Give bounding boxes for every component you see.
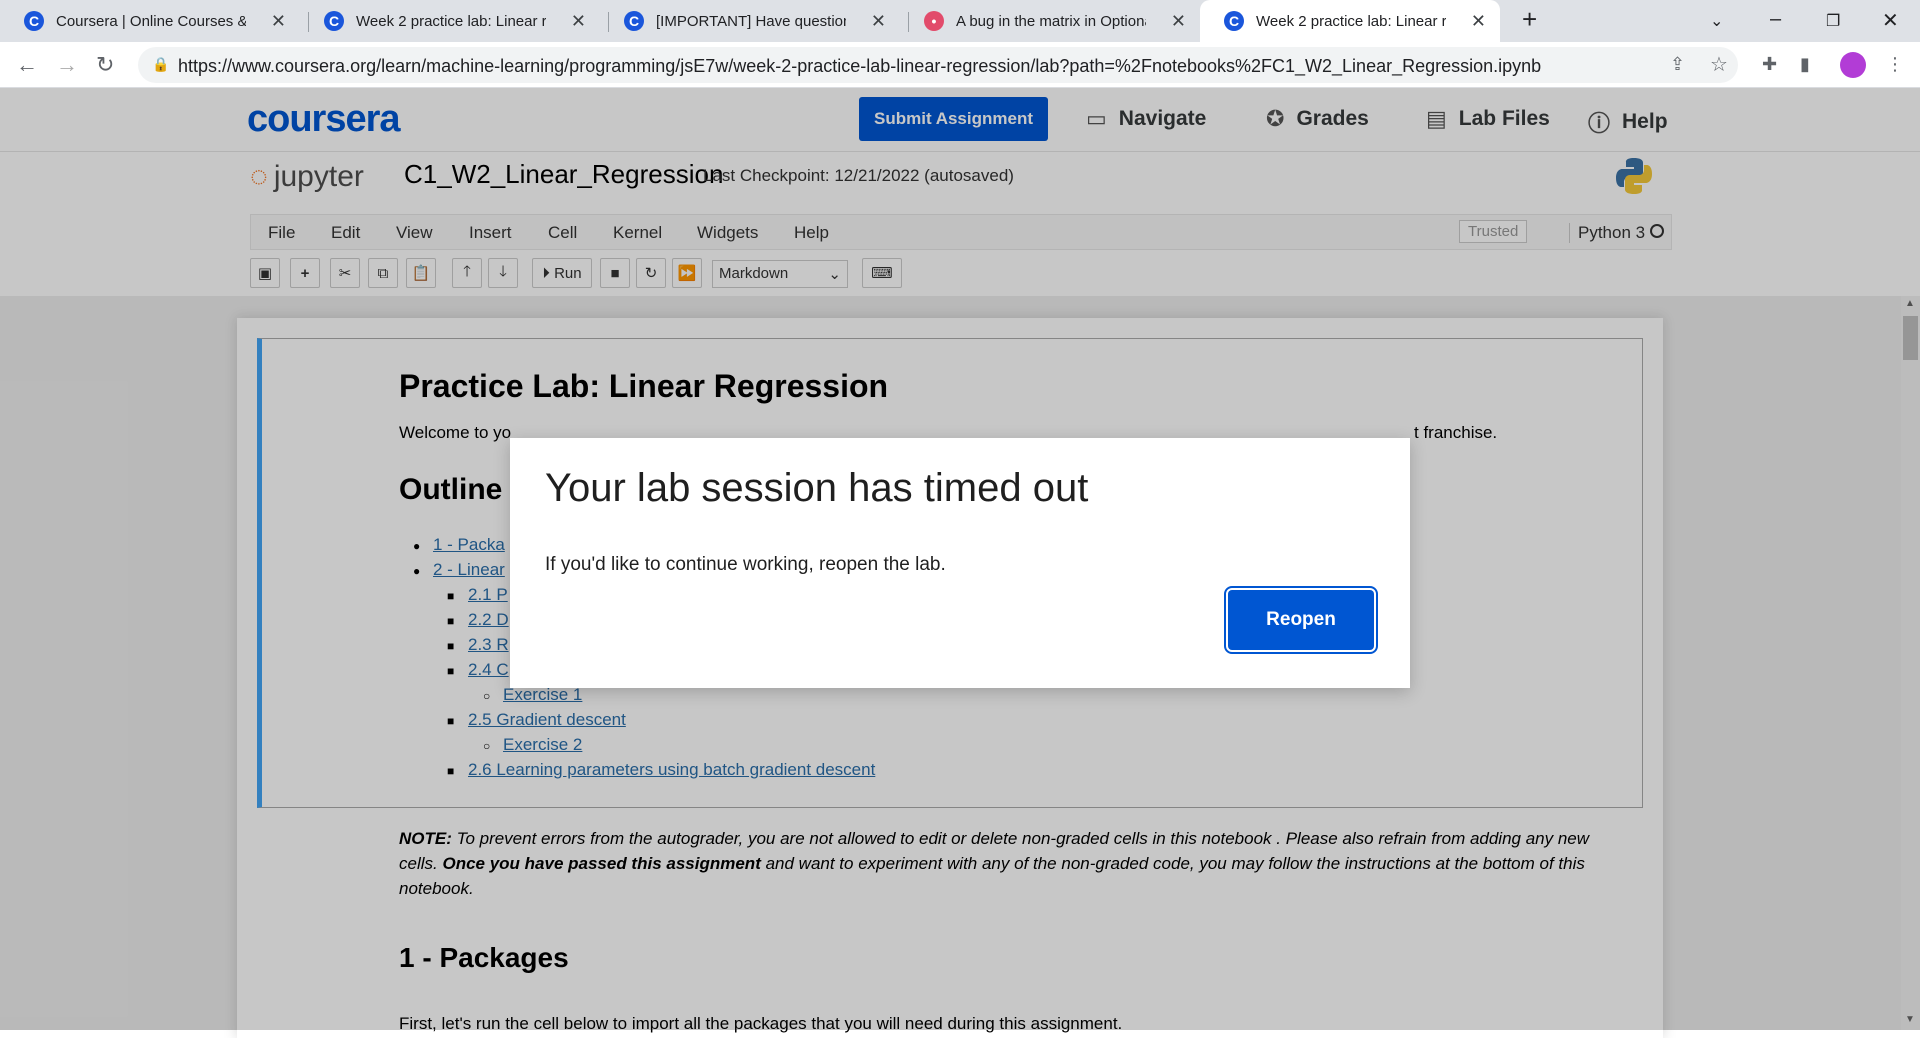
browser-tab[interactable]: C Coursera | Online Courses & Credential… <box>0 0 300 42</box>
minimize-icon[interactable]: – <box>1770 8 1781 31</box>
dialog-message: If you'd like to continue working, reope… <box>545 554 946 575</box>
share-icon[interactable]: ⇪ <box>1670 54 1685 75</box>
close-icon[interactable]: ✕ <box>571 11 586 32</box>
restore-icon[interactable]: ❐ <box>1826 11 1840 31</box>
tab-title: Week 2 practice lab: Linear regression <box>1256 12 1446 30</box>
profile-avatar[interactable] <box>1840 52 1866 78</box>
close-icon[interactable]: ✕ <box>1171 11 1186 32</box>
coursera-favicon-icon: C <box>624 11 644 31</box>
session-timeout-dialog: Your lab session has timed out If you'd … <box>510 438 1410 688</box>
dialog-title: Your lab session has timed out <box>545 466 1089 510</box>
lock-icon: 🔒 <box>152 56 170 72</box>
url-input[interactable]: 🔒 https://www.coursera.org/learn/machine… <box>138 47 1738 83</box>
close-icon[interactable]: ✕ <box>271 11 286 32</box>
new-tab-icon[interactable]: + <box>1522 4 1537 35</box>
address-bar-row: ← → ↻ 🔒 https://www.coursera.org/learn/m… <box>0 42 1920 88</box>
close-window-icon[interactable]: ✕ <box>1882 8 1899 33</box>
forward-icon[interactable]: → <box>56 52 78 78</box>
tab-search-icon[interactable]: ⌄ <box>1710 11 1723 31</box>
tab-title: [IMPORTANT] Have questions, issues <box>656 12 846 30</box>
tab-title: Week 2 practice lab: Linear regression <box>356 12 546 30</box>
bookmark-star-icon[interactable]: ☆ <box>1710 52 1728 77</box>
menu-kebab-icon[interactable]: ⋮ <box>1886 54 1904 75</box>
browser-tab[interactable]: C [IMPORTANT] Have questions, issues ✕ <box>600 0 900 42</box>
reload-icon[interactable]: ↻ <box>96 52 114 78</box>
browser-tab-bar: C Coursera | Online Courses & Credential… <box>0 0 1920 42</box>
browser-tab-active[interactable]: C Week 2 practice lab: Linear regression… <box>1200 0 1500 42</box>
tab-title: Coursera | Online Courses & Credentials <box>56 12 246 30</box>
browser-tab[interactable]: • A bug in the matrix in Optional Lab ✕ <box>900 0 1200 42</box>
side-panel-icon[interactable]: ▮ <box>1800 54 1810 75</box>
extensions-icon[interactable]: ✚ <box>1762 54 1777 75</box>
coursera-favicon-icon: C <box>324 11 344 31</box>
back-icon[interactable]: ← <box>16 52 38 78</box>
close-icon[interactable]: ✕ <box>871 11 886 32</box>
reopen-button[interactable]: Reopen <box>1224 586 1378 654</box>
tab-title: A bug in the matrix in Optional Lab <box>956 12 1146 30</box>
close-icon[interactable]: ✕ <box>1471 11 1486 32</box>
forum-favicon-icon: • <box>924 11 944 31</box>
browser-tab[interactable]: C Week 2 practice lab: Linear regression… <box>300 0 600 42</box>
url-text: https://www.coursera.org/learn/machine-l… <box>178 56 1542 76</box>
coursera-favicon-icon: C <box>1224 11 1244 31</box>
coursera-favicon-icon: C <box>24 11 44 31</box>
